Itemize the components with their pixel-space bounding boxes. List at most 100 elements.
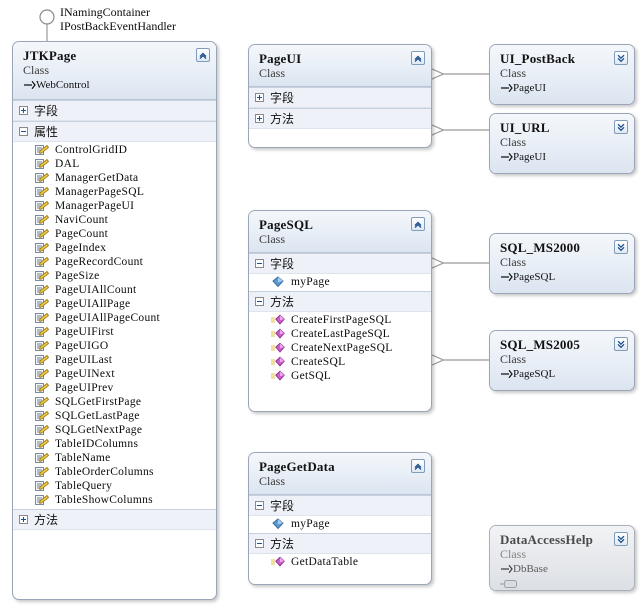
compartment-header-fields[interactable]: 字段: [249, 496, 431, 516]
member-list-methods: CreateFirstPageSQL CreateLastPageSQL Creat…: [249, 312, 431, 385]
member-row[interactable]: CreateFirstPageSQL: [249, 313, 431, 327]
member-row[interactable]: CreateNextPageSQL: [249, 341, 431, 355]
member-label: NaviCount: [55, 213, 109, 226]
member-row[interactable]: PageUIFirst: [13, 325, 216, 339]
member-label: SQLGetLastPage: [55, 409, 140, 422]
compartment-header-methods[interactable]: 方法: [13, 510, 216, 530]
class-diagram-canvas: INamingContainer IPostBackEventHandler J…: [0, 0, 643, 608]
member-row[interactable]: GetDataTable: [249, 555, 431, 569]
member-row[interactable]: SQLGetNextPage: [13, 423, 216, 437]
compartment-title: 字段: [270, 498, 295, 513]
collapse-minus-icon[interactable]: [255, 259, 264, 268]
property-icon: [35, 382, 49, 394]
member-row[interactable]: TableShowColumns: [13, 493, 216, 507]
member-label: myPage: [291, 275, 330, 288]
property-icon: [35, 354, 49, 366]
expand-chevron-icon[interactable]: [614, 337, 628, 351]
property-icon: [35, 494, 49, 506]
collapse-minus-icon[interactable]: [255, 501, 264, 510]
property-icon: [35, 396, 49, 408]
class-kind: Class: [500, 255, 527, 269]
collapse-minus-icon[interactable]: [255, 297, 264, 306]
member-row[interactable]: PageUIAllCount: [13, 283, 216, 297]
class-name: PageSQL: [259, 217, 314, 232]
property-icon: [35, 256, 49, 268]
member-row[interactable]: TableQuery: [13, 479, 216, 493]
class-header-jtkpage: JTKPage Class WebControl: [13, 42, 216, 100]
compartment-title: 方法: [270, 111, 295, 126]
member-row[interactable]: GetSQL: [249, 369, 431, 383]
member-row[interactable]: PageCount: [13, 227, 216, 241]
member-row[interactable]: ControlGridID: [13, 143, 216, 157]
member-label: ManagerPageSQL: [55, 185, 145, 198]
inherit-arrow-icon: [500, 151, 513, 165]
class-header-pagegetdata: PageGetData Class: [249, 453, 431, 495]
collapse-chevron-icon[interactable]: [196, 48, 210, 62]
class-box-ui-url[interactable]: UI_URL Class PageUI: [489, 113, 635, 174]
compartment-header-methods[interactable]: 方法: [249, 292, 431, 312]
member-row[interactable]: CreateLastPageSQL: [249, 327, 431, 341]
member-row[interactable]: myPage: [249, 517, 431, 531]
expand-plus-icon[interactable]: [19, 515, 28, 524]
member-row[interactable]: CreateSQL: [249, 355, 431, 369]
member-row[interactable]: TableOrderColumns: [13, 465, 216, 479]
compartment-header-methods[interactable]: 方法: [249, 109, 431, 129]
expand-chevron-icon[interactable]: [614, 120, 628, 134]
collapse-chevron-icon[interactable]: [411, 217, 425, 231]
member-row[interactable]: PageUIAllPageCount: [13, 311, 216, 325]
member-label: GetSQL: [291, 369, 332, 382]
member-row[interactable]: PageSize: [13, 269, 216, 283]
member-row[interactable]: TableName: [13, 451, 216, 465]
member-row[interactable]: PageUIAllPage: [13, 297, 216, 311]
expand-chevron-icon[interactable]: [614, 51, 628, 65]
class-box-dataaccesshelp[interactable]: DataAccessHelp Class DbBase: [489, 525, 635, 591]
member-row[interactable]: PageIndex: [13, 241, 216, 255]
compartment-header-properties[interactable]: 属性: [13, 122, 216, 142]
class-box-pagegetdata[interactable]: PageGetData Class 字段 myPage 方法 GetDataTa…: [248, 452, 432, 585]
member-row[interactable]: PageRecordCount: [13, 255, 216, 269]
member-row[interactable]: PageUILast: [13, 353, 216, 367]
collapse-minus-icon[interactable]: [19, 127, 28, 136]
expand-plus-icon[interactable]: [255, 114, 264, 123]
class-base-type: PageSQL: [500, 367, 608, 382]
class-box-ui-postback[interactable]: UI_PostBack Class PageUI: [489, 44, 635, 105]
member-label: PageRecordCount: [55, 255, 144, 268]
collapse-chevron-icon[interactable]: [411, 51, 425, 65]
member-row[interactable]: ManagerGetData: [13, 171, 216, 185]
member-row[interactable]: SQLGetFirstPage: [13, 395, 216, 409]
class-box-sql-ms2005[interactable]: SQL_MS2005 Class PageSQL: [489, 330, 635, 391]
expand-plus-icon[interactable]: [19, 106, 28, 115]
collapse-chevron-icon[interactable]: [411, 459, 425, 473]
compartment-header-methods[interactable]: 方法: [249, 534, 431, 554]
member-row[interactable]: PageUIPrev: [13, 381, 216, 395]
member-row[interactable]: PageUIGO: [13, 339, 216, 353]
class-box-pagesql[interactable]: PageSQL Class 字段 myPage 方法 CreateFirstPa…: [248, 210, 432, 412]
expand-chevron-icon[interactable]: [614, 240, 628, 254]
class-header-pagesql: PageSQL Class: [249, 211, 431, 253]
property-icon: [35, 424, 49, 436]
member-row[interactable]: ManagerPageUI: [13, 199, 216, 213]
member-row[interactable]: ManagerPageSQL: [13, 185, 216, 199]
class-box-jtkpage[interactable]: JTKPage Class WebControl 字段 属性 ControlGr…: [12, 41, 217, 600]
compartment-header-fields[interactable]: 字段: [13, 101, 216, 121]
property-icon: [35, 242, 49, 254]
class-box-sql-ms2000[interactable]: SQL_MS2000 Class PageSQL: [489, 233, 635, 294]
property-icon: [35, 480, 49, 492]
class-box-pageui[interactable]: PageUI Class 字段 方法: [248, 44, 432, 148]
collapse-minus-icon[interactable]: [255, 539, 264, 548]
member-row[interactable]: SQLGetLastPage: [13, 409, 216, 423]
member-row[interactable]: myPage: [249, 275, 431, 289]
compartment-header-fields[interactable]: 字段: [249, 88, 431, 108]
expand-chevron-icon[interactable]: [614, 532, 628, 546]
property-icon: [35, 214, 49, 226]
member-row[interactable]: TableIDColumns: [13, 437, 216, 451]
class-kind: Class: [500, 547, 527, 561]
member-row[interactable]: NaviCount: [13, 213, 216, 227]
expand-plus-icon[interactable]: [255, 93, 264, 102]
member-row[interactable]: PageUINext: [13, 367, 216, 381]
member-row[interactable]: DAL: [13, 157, 216, 171]
class-header-sql-ms2000: SQL_MS2000 Class PageSQL: [490, 234, 634, 293]
member-list-fields: myPage: [249, 274, 431, 291]
compartment-header-fields[interactable]: 字段: [249, 254, 431, 274]
method-icon: [271, 342, 285, 354]
